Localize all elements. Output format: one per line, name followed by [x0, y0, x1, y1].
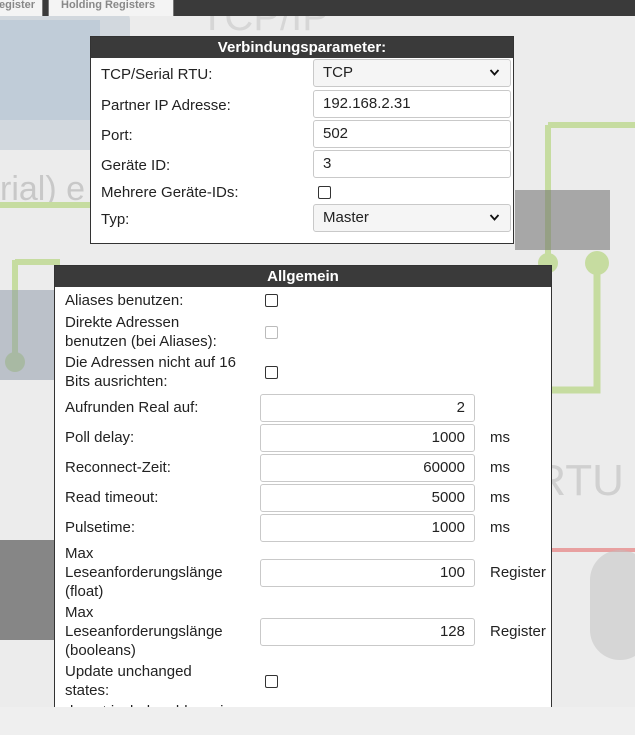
aliases-label: Aliases benutzen:: [65, 292, 184, 309]
align-16bit-label-line1: Die Adressen nicht auf 16: [65, 354, 236, 371]
poll-delay-unit: ms: [490, 429, 510, 446]
pulsetime-label: Pulsetime:: [65, 519, 136, 536]
general-panel-title: Allgemein: [55, 266, 551, 287]
read-timeout-label: Read timeout:: [65, 489, 159, 506]
max-read-bool-unit: Register: [490, 623, 546, 640]
pulsetime-input[interactable]: 1000: [260, 514, 475, 542]
chevron-down-icon: [489, 60, 500, 86]
read-timeout-unit: ms: [490, 489, 510, 506]
device-id-input[interactable]: 3: [313, 150, 511, 178]
max-read-float-label-line1: Max: [65, 545, 94, 562]
update-unchanged-checkbox[interactable]: [265, 675, 278, 688]
max-read-bool-label-line1: Max: [65, 604, 94, 621]
reconnect-time-input[interactable]: 60000: [260, 454, 475, 482]
tab-register[interactable]: egister: [0, 0, 43, 16]
direct-addresses-label-line1: Direkte Adressen: [65, 314, 180, 331]
tab-holding-registers[interactable]: Holding Registers: [48, 0, 174, 16]
multi-device-ids-checkbox[interactable]: [318, 186, 331, 199]
bottom-strip: [0, 707, 635, 735]
update-unchanged-label-line1: Update unchanged: [65, 663, 192, 680]
type-select[interactable]: Master: [313, 204, 511, 232]
tab-bar: egister Holding Registers: [0, 0, 635, 16]
max-read-bool-label-line2: Leseanforderungslänge: [65, 623, 223, 640]
max-read-bool-input[interactable]: 128: [260, 618, 475, 646]
chevron-down-icon: [489, 205, 500, 231]
round-real-input[interactable]: 2: [260, 394, 475, 422]
tcp-serial-select[interactable]: TCP: [313, 59, 511, 87]
round-real-label: Aufrunden Real auf:: [65, 399, 199, 416]
type-label: Typ:: [101, 211, 130, 228]
pulsetime-unit: ms: [490, 519, 510, 536]
ip-address-label: Partner IP Adresse:: [101, 97, 231, 114]
direct-addresses-label-line2: benutzen (bei Aliases):: [65, 333, 217, 350]
align-16bit-label-line2: Bits ausrichten:: [65, 373, 168, 390]
poll-delay-input[interactable]: 1000: [260, 424, 475, 452]
reconnect-time-unit: ms: [490, 459, 510, 476]
max-read-float-label-line3: (float): [65, 583, 104, 600]
max-read-float-unit: Register: [490, 564, 546, 581]
aliases-checkbox[interactable]: [265, 294, 278, 307]
tcp-serial-value: TCP: [323, 64, 353, 81]
connection-panel: Verbindungsparameter: TCP/Serial RTU: TC…: [90, 36, 514, 244]
type-value: Master: [323, 209, 369, 226]
align-16bit-checkbox[interactable]: [265, 366, 278, 379]
direct-addresses-checkbox[interactable]: [265, 326, 278, 339]
poll-delay-label: Poll delay:: [65, 429, 135, 446]
max-read-float-label-line2: Leseanforderungslänge: [65, 564, 223, 581]
max-read-bool-label-line3: (booleans): [65, 642, 136, 659]
ip-address-input[interactable]: 192.168.2.31: [313, 90, 511, 118]
update-unchanged-label-line2: states:: [65, 682, 110, 699]
connection-panel-title: Verbindungsparameter:: [91, 37, 513, 58]
port-input[interactable]: 502: [313, 120, 511, 148]
max-read-float-input[interactable]: 100: [260, 559, 475, 587]
tcp-serial-label: TCP/Serial RTU:: [101, 66, 213, 83]
port-label: Port:: [101, 127, 133, 144]
multi-device-ids-label: Mehrere Geräte-IDs:: [101, 184, 239, 201]
general-panel: Allgemein Aliases benutzen: Direkte Adre…: [54, 265, 552, 725]
reconnect-time-label: Reconnect-Zeit:: [65, 459, 171, 476]
device-id-label: Geräte ID:: [101, 157, 171, 174]
read-timeout-input[interactable]: 5000: [260, 484, 475, 512]
